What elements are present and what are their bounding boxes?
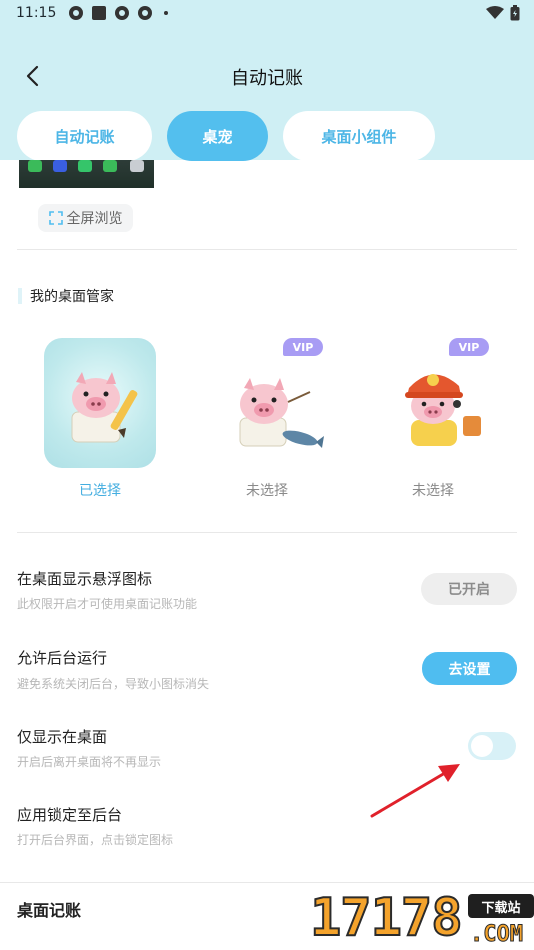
pet-option-1[interactable] [44, 338, 156, 468]
setting-background-run-subtitle: 避免系统关闭后台，导致小图标消失 [17, 677, 210, 691]
setting-desktop-only-title: 仅显示在桌面 [17, 728, 108, 746]
toggle-knob [471, 735, 493, 757]
wifi-icon [486, 6, 504, 24]
divider [17, 249, 517, 250]
battery-icon [510, 5, 520, 25]
app-icon [78, 160, 92, 172]
pig-pet-icon [71, 372, 138, 443]
status-time: 11:15 [16, 5, 57, 21]
desktop-only-toggle[interactable] [468, 732, 516, 760]
app-notification-icon [68, 5, 84, 21]
watermark-logo: 17178 下载站 .COM [306, 888, 534, 950]
setting-background-run-title: 允许后台运行 [17, 649, 108, 667]
go-settings-button[interactable]: 去设置 [422, 652, 517, 685]
section-title: 桌面记账 [17, 901, 82, 920]
pet-status-label: 未选择 [246, 483, 288, 499]
fullscreen-button[interactable]: 全屏浏览 [38, 204, 133, 232]
pig-fish-pet-icon [239, 378, 324, 448]
app-square-icon [91, 5, 107, 21]
watermark-number: 17178 [309, 888, 464, 948]
fullscreen-icon [48, 211, 63, 225]
camera-app-icon [130, 160, 144, 172]
app-icon [28, 160, 42, 172]
annotation-arrow-icon [370, 764, 460, 818]
setting-float-icon-subtitle: 此权限开启才可使用桌面记账功能 [17, 597, 198, 611]
fullscreen-label: 全屏浏览 [66, 211, 123, 227]
pet-option-3[interactable] [377, 338, 489, 468]
notification-icons [68, 5, 168, 21]
pet-status-label: 已选择 [79, 483, 121, 499]
section-accent-bar [18, 288, 22, 304]
divider [0, 882, 534, 883]
desktop-preview-image [19, 160, 154, 188]
tab-desktop-widget[interactable]: 桌面小组件 [283, 111, 435, 161]
system-icons [486, 5, 520, 25]
status-bar: 11:15 [0, 0, 534, 28]
setting-float-icon-title: 在桌面显示悬浮图标 [17, 570, 153, 588]
app-notification-icon [137, 5, 153, 21]
section-title-text: 我的桌面管家 [30, 289, 114, 305]
setting-lock-background-subtitle: 打开后台界面，点击锁定图标 [17, 833, 174, 847]
tab-auto-accounting[interactable]: 自动记账 [17, 111, 152, 161]
app-icon [53, 160, 67, 172]
pig-delivery-pet-icon [405, 374, 481, 446]
watermark-tag: 下载站 [468, 894, 534, 918]
more-notifications-dot [164, 11, 168, 15]
watermark-suffix: .COM [470, 922, 524, 948]
app-notification-icon [114, 5, 130, 21]
setting-desktop-only-subtitle: 开启后离开桌面将不再显示 [17, 755, 162, 769]
tab-desktop-pet[interactable]: 桌宠 [167, 111, 268, 161]
section-title: 我的桌面管家 [18, 286, 114, 306]
app-icon [103, 160, 117, 172]
divider [17, 532, 517, 533]
pet-option-2[interactable] [212, 338, 324, 468]
pet-status-label: 未选择 [412, 483, 454, 499]
setting-lock-background-title: 应用锁定至后台 [17, 806, 123, 824]
enabled-button[interactable]: 已开启 [421, 573, 517, 605]
page-title: 自动记账 [231, 68, 303, 89]
